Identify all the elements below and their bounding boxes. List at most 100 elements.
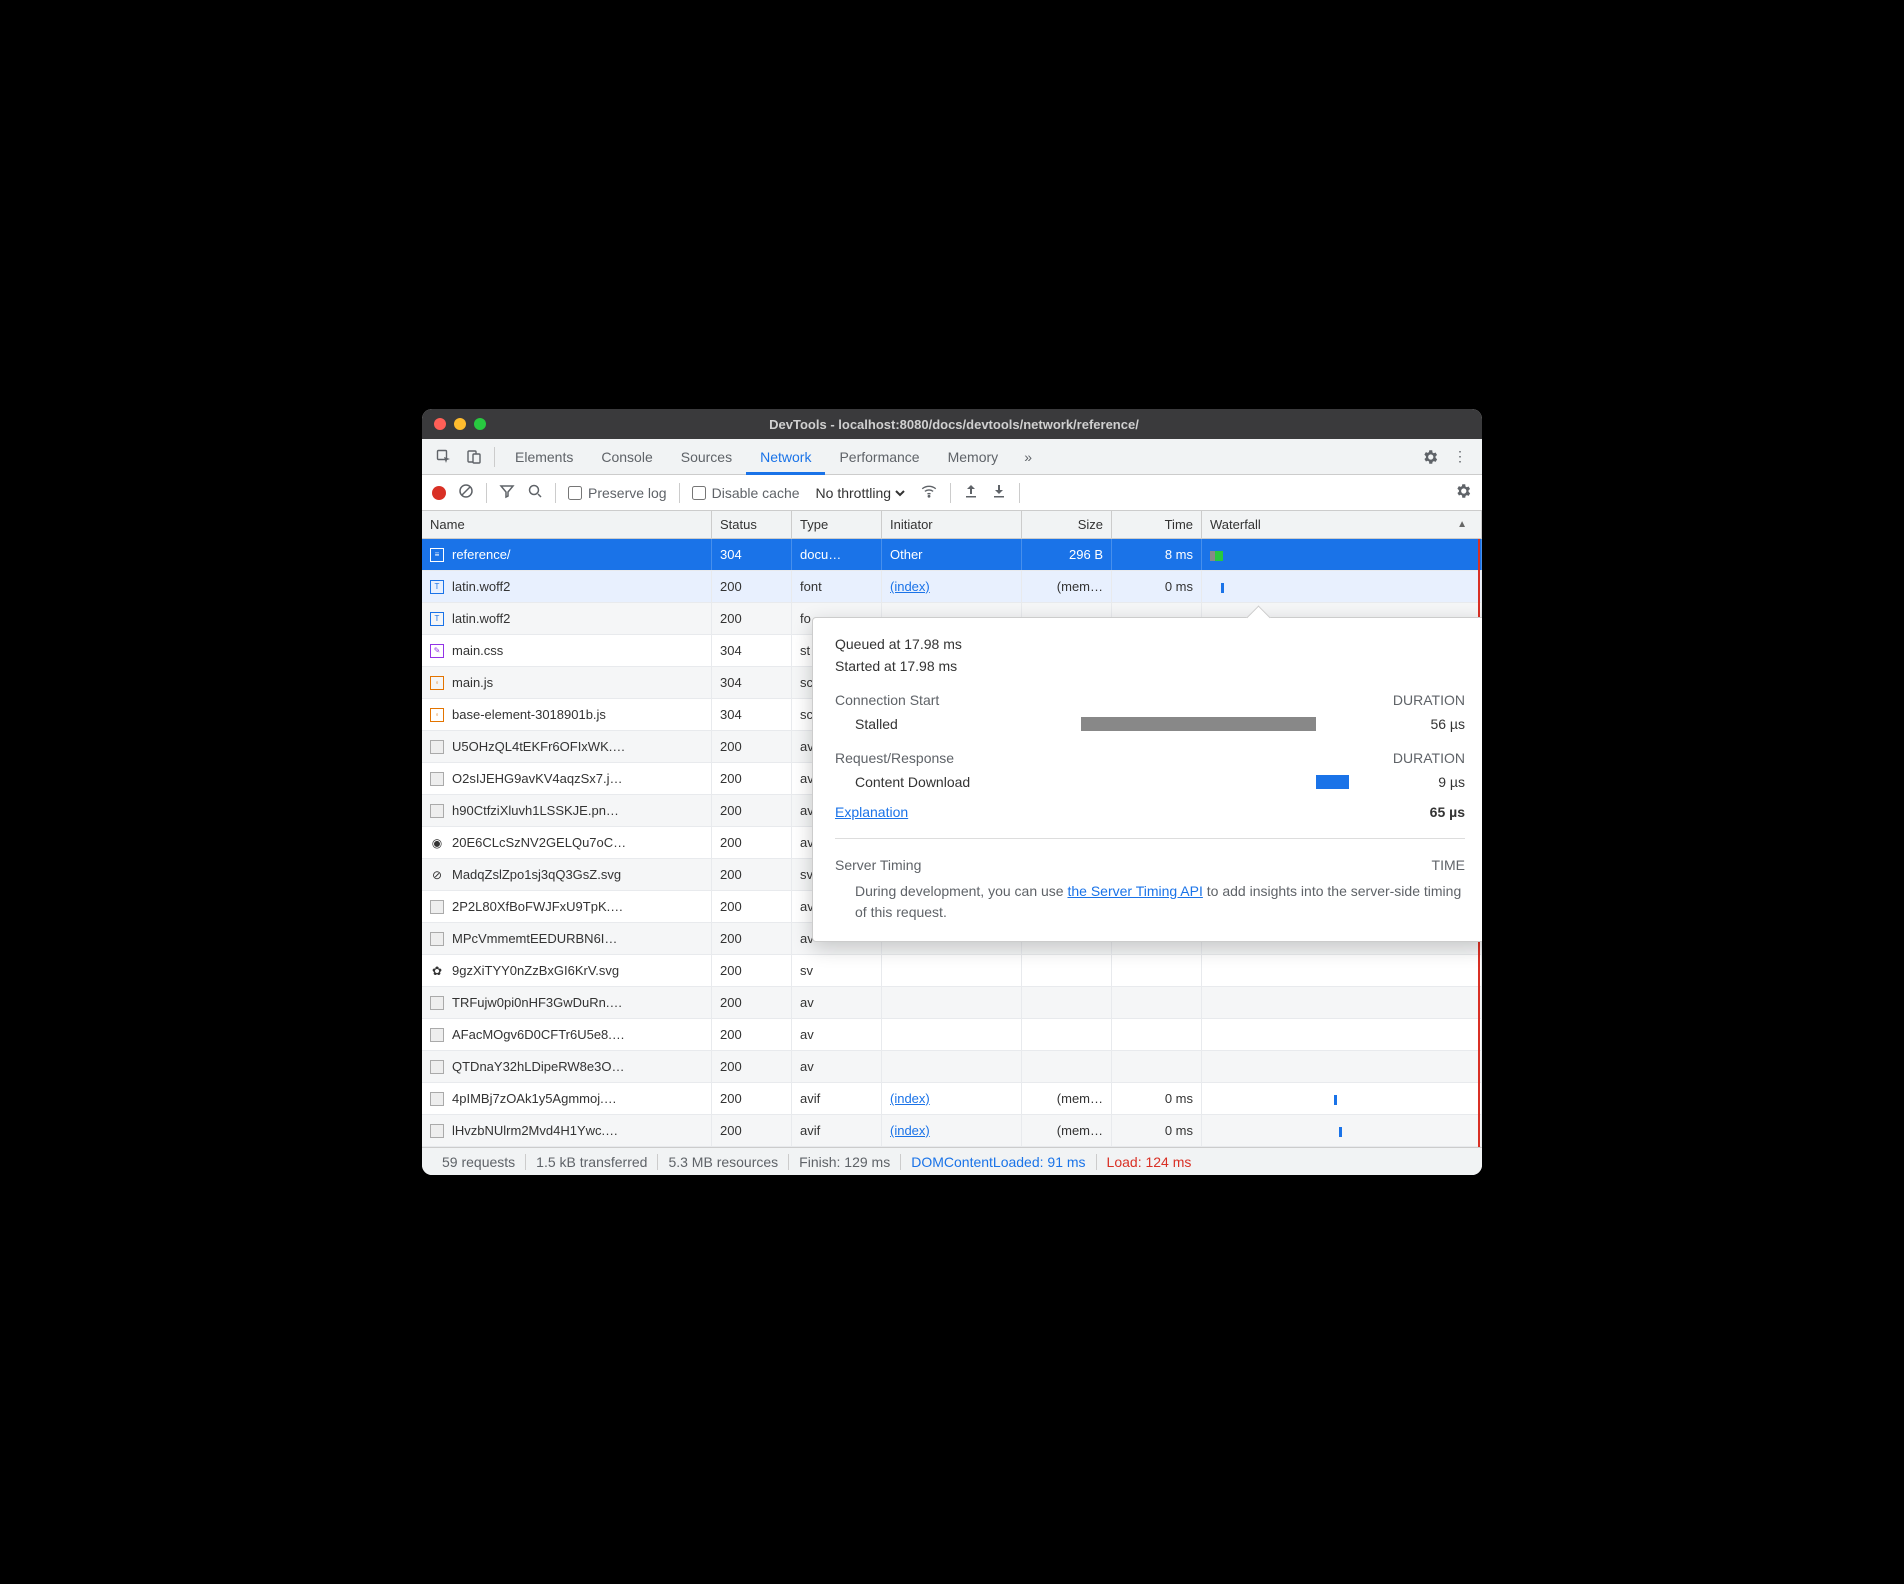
- cell-time: 0 ms: [1112, 571, 1202, 602]
- wifi-icon[interactable]: [920, 482, 938, 503]
- cell-initiator: (index): [882, 571, 1022, 602]
- cell-waterfall: [1202, 1019, 1482, 1050]
- cell-type: avif: [792, 1115, 882, 1146]
- filter-icon[interactable]: [499, 483, 515, 502]
- file-icon: ✿: [430, 964, 444, 978]
- server-timing-api-link[interactable]: the Server Timing API: [1067, 883, 1202, 899]
- file-icon: [430, 740, 444, 754]
- download-icon[interactable]: [991, 483, 1007, 502]
- request-response-label: Request/Response: [835, 750, 954, 766]
- cell-waterfall: [1202, 1115, 1482, 1146]
- table-row[interactable]: TRFujw0pi0nHF3GwDuRn.…200av: [422, 987, 1482, 1019]
- cell-name: 4pIMBj7zOAk1y5Agmmoj.…: [422, 1083, 712, 1114]
- explanation-link[interactable]: Explanation: [835, 804, 908, 820]
- col-status[interactable]: Status: [712, 511, 792, 538]
- divider: [679, 483, 680, 503]
- status-dcl: DOMContentLoaded: 91 ms: [901, 1154, 1096, 1170]
- status-finish: Finish: 129 ms: [789, 1154, 901, 1170]
- cell-size: (mem…: [1022, 1083, 1112, 1114]
- disable-cache-checkbox[interactable]: Disable cache: [692, 485, 800, 501]
- cell-status: 200: [712, 1019, 792, 1050]
- status-transferred: 1.5 kB transferred: [526, 1154, 658, 1170]
- tab-sources[interactable]: Sources: [667, 439, 746, 475]
- table-row[interactable]: ≡reference/304docu…Other296 B8 ms: [422, 539, 1482, 571]
- connection-start-label: Connection Start: [835, 692, 939, 708]
- cell-name: U5OHzQL4tEKFr6OFIxWK.…: [422, 731, 712, 762]
- cell-waterfall: [1202, 1051, 1482, 1082]
- table-row[interactable]: lHvzbNUlrm2Mvd4H1Ywc.…200avif(index)(mem…: [422, 1115, 1482, 1147]
- status-load: Load: 124 ms: [1097, 1154, 1202, 1170]
- file-icon: ◦: [430, 676, 444, 690]
- cell-status: 200: [712, 987, 792, 1018]
- device-icon[interactable]: [460, 449, 488, 465]
- cell-time: [1112, 1051, 1202, 1082]
- cell-name: ◦main.js: [422, 667, 712, 698]
- col-type[interactable]: Type: [792, 511, 882, 538]
- initiator-link[interactable]: (index): [890, 1123, 930, 1138]
- cell-size: [1022, 1051, 1112, 1082]
- table-row[interactable]: ✿9gzXiTYY0nZzBxGI6KrV.svg200sv: [422, 955, 1482, 987]
- cell-initiator: [882, 955, 1022, 986]
- time-label: TIME: [1432, 857, 1465, 873]
- table-row[interactable]: AFacMOgv6D0CFTr6U5e8.…200av: [422, 1019, 1482, 1051]
- col-time[interactable]: Time: [1112, 511, 1202, 538]
- cell-waterfall: [1202, 571, 1482, 602]
- upload-icon[interactable]: [963, 483, 979, 502]
- file-icon: [430, 900, 444, 914]
- tab-memory[interactable]: Memory: [934, 439, 1013, 475]
- col-initiator[interactable]: Initiator: [882, 511, 1022, 538]
- cell-status: 304: [712, 699, 792, 730]
- maximize-icon[interactable]: [474, 418, 486, 430]
- window-title: DevTools - localhost:8080/docs/devtools/…: [494, 417, 1414, 432]
- cell-type: docu…: [792, 539, 882, 570]
- cell-time: [1112, 987, 1202, 1018]
- settings-icon[interactable]: [1416, 448, 1444, 466]
- file-icon: T: [430, 580, 444, 594]
- cell-status: 200: [712, 763, 792, 794]
- cell-name: ⊘MadqZslZpo1sj3qQ3GsZ.svg: [422, 859, 712, 890]
- divider: [1019, 483, 1020, 503]
- gear-icon[interactable]: [1454, 482, 1472, 503]
- throttling-select[interactable]: No throttling: [812, 484, 908, 502]
- tab-console[interactable]: Console: [587, 439, 666, 475]
- cell-name: O2sIJEHG9avKV4aqzSx7.j…: [422, 763, 712, 794]
- divider: [835, 838, 1465, 839]
- table-row[interactable]: Tlatin.woff2200font(index)(mem…0 ms: [422, 571, 1482, 603]
- cell-status: 200: [712, 859, 792, 890]
- minimize-icon[interactable]: [454, 418, 466, 430]
- file-icon: [430, 772, 444, 786]
- search-icon[interactable]: [527, 483, 543, 502]
- col-size[interactable]: Size: [1022, 511, 1112, 538]
- cell-initiator: Other: [882, 539, 1022, 570]
- clear-icon[interactable]: [458, 483, 474, 502]
- file-icon: [430, 1060, 444, 1074]
- cell-name: h90CtfziXluvh1LSSKJE.pn…: [422, 795, 712, 826]
- cell-waterfall: [1202, 987, 1482, 1018]
- cell-type: font: [792, 571, 882, 602]
- table-row[interactable]: 4pIMBj7zOAk1y5Agmmoj.…200avif(index)(mem…: [422, 1083, 1482, 1115]
- cell-status: 200: [712, 923, 792, 954]
- cell-size: (mem…: [1022, 1115, 1112, 1146]
- tab-network[interactable]: Network: [746, 439, 825, 475]
- tab-performance[interactable]: Performance: [825, 439, 933, 475]
- record-button[interactable]: [432, 486, 446, 500]
- initiator-link[interactable]: (index): [890, 579, 930, 594]
- col-waterfall[interactable]: Waterfall▲: [1202, 511, 1482, 538]
- table-row[interactable]: QTDnaY32hLDipeRW8e3O…200av: [422, 1051, 1482, 1083]
- devtools-window: DevTools - localhost:8080/docs/devtools/…: [422, 409, 1482, 1175]
- kebab-icon[interactable]: ⋮: [1446, 448, 1474, 465]
- cell-name: TRFujw0pi0nHF3GwDuRn.…: [422, 987, 712, 1018]
- close-icon[interactable]: [434, 418, 446, 430]
- initiator-link[interactable]: (index): [890, 1091, 930, 1106]
- cell-time: [1112, 955, 1202, 986]
- panel-tabs: ElementsConsoleSourcesNetworkPerformance…: [422, 439, 1482, 475]
- cell-initiator: [882, 1019, 1022, 1050]
- inspect-icon[interactable]: [430, 449, 458, 465]
- content-download-label: Content Download: [835, 774, 1035, 790]
- more-tabs-icon[interactable]: »: [1014, 449, 1042, 465]
- preserve-log-checkbox[interactable]: Preserve log: [568, 485, 667, 501]
- request-table: ≡reference/304docu…Other296 B8 msTlatin.…: [422, 539, 1482, 1147]
- divider: [494, 447, 495, 467]
- col-name[interactable]: Name: [422, 511, 712, 538]
- tab-elements[interactable]: Elements: [501, 439, 587, 475]
